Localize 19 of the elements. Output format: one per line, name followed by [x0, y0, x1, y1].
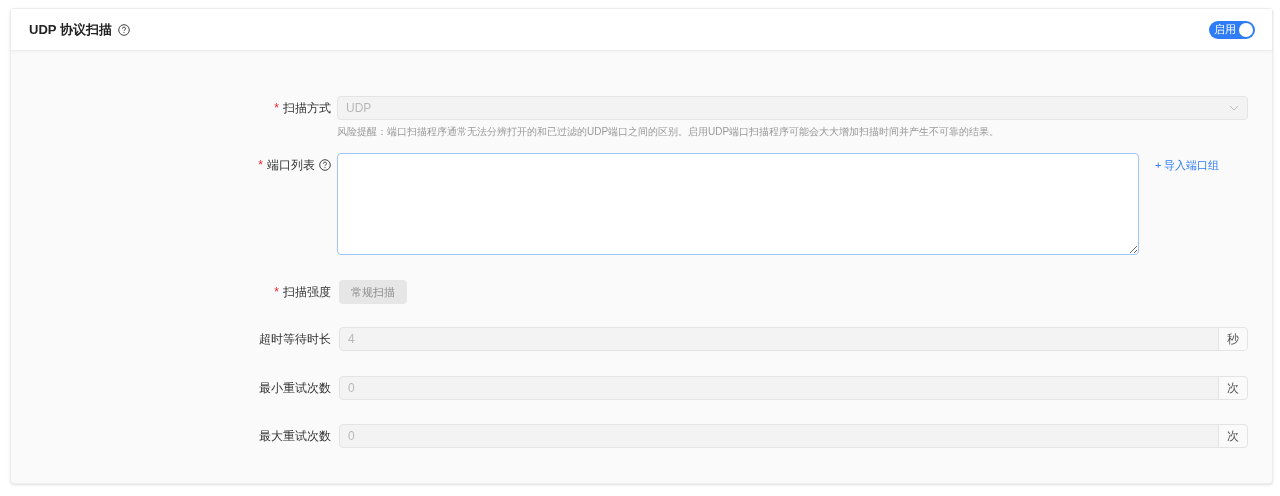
import-port-group-link[interactable]: + 导入端口组 [1155, 153, 1220, 177]
field-label: 最大重试次数 [259, 428, 331, 444]
enable-toggle[interactable]: 启用 [1209, 20, 1255, 39]
port-list-field[interactable] [337, 153, 1139, 255]
chevron-down-icon [1229, 105, 1239, 111]
field-label: 端口列表 [267, 157, 315, 173]
required-asterisk: * [274, 284, 279, 300]
field-label: 超时等待时长 [259, 331, 331, 347]
unit-addon: 次 [1218, 425, 1247, 447]
help-icon [117, 23, 130, 36]
required-asterisk: * [274, 100, 279, 116]
unit-addon: 次 [1218, 377, 1247, 399]
risk-hint: 风险提醒：端口扫描程序通常无法分辨打开的和已过滤的UDP端口之间的区别。启用UDP端口扫描程序可能会大大增加扫描时间并产生不可靠的结果。 [337, 125, 1001, 139]
field-label: 扫描强度 [283, 284, 331, 300]
section-title: UDP 协议扫描 [29, 20, 112, 39]
field-label: 扫描方式 [283, 100, 331, 116]
field-label: 最小重试次数 [259, 380, 331, 396]
unit-addon: 秒 [1218, 328, 1247, 350]
required-asterisk: * [258, 157, 263, 173]
